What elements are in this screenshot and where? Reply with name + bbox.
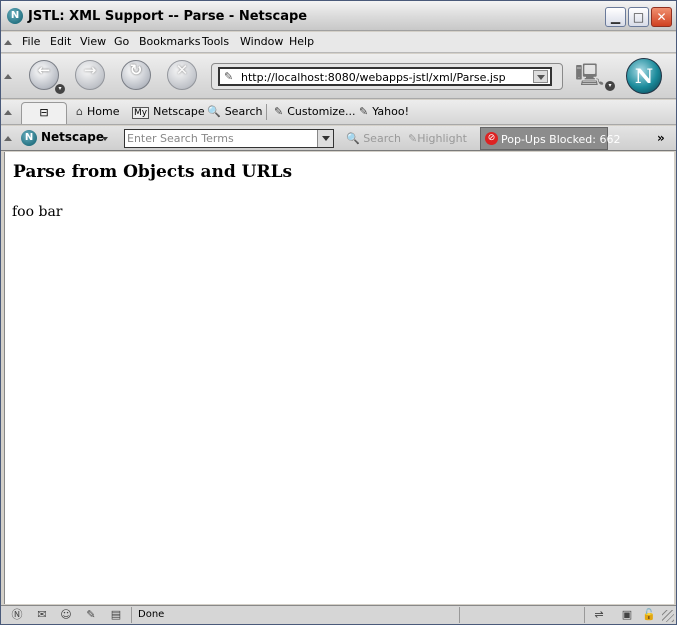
- toolbar-collapse-grip-icon[interactable]: [4, 74, 12, 80]
- toolbar-overflow-chevron-icon[interactable]: »: [657, 131, 665, 145]
- search-button[interactable]: 🔍 Search: [346, 132, 401, 145]
- maximize-button[interactable]: □: [628, 7, 649, 27]
- netscape-search-menu[interactable]: Netscape: [41, 130, 104, 144]
- browser-window: N JSTL: XML Support -- Parse - Netscape …: [0, 0, 677, 625]
- toolbar-collapse-grip-icon[interactable]: [4, 136, 12, 142]
- navigation-toolbar: ← ▾ → ↻ ✕ ✎ http://localhost:8080/webapp…: [1, 54, 676, 99]
- security-lock-icon[interactable]: 🔓: [641, 608, 657, 622]
- close-button[interactable]: ✕: [651, 7, 672, 27]
- bookmark-label: Home: [86, 105, 120, 118]
- search-icon: 🔍: [207, 105, 221, 118]
- netscape-app-icon[interactable]: N: [7, 8, 23, 24]
- search-button-label: Search: [363, 132, 401, 145]
- popup-manager-icon[interactable]: ▣: [619, 608, 635, 622]
- netscape-logo-icon: N: [21, 130, 37, 146]
- resize-grip-icon[interactable]: [662, 610, 674, 622]
- url-text[interactable]: http://localhost:8080/webapps-jstl/xml/P…: [241, 71, 506, 84]
- netscape-status-icon[interactable]: Ⓝ: [9, 608, 25, 622]
- bookmark-my-netscape[interactable]: My Netscape: [132, 105, 205, 119]
- menu-window[interactable]: Window: [240, 35, 283, 48]
- bookmark-yahoo[interactable]: ✎ Yahoo!: [359, 105, 409, 118]
- popups-blocked-text: Pop-Ups Blocked: 662: [501, 133, 621, 146]
- bookmark-icon: ✎: [274, 105, 284, 118]
- online-connection-icon[interactable]: ⇌: [591, 608, 607, 622]
- url-history-dropdown-icon[interactable]: [533, 70, 548, 83]
- status-bar: Ⓝ ✉ ☺ ✎ ▤ Done ⇌ ▣ 🔓: [1, 605, 676, 624]
- bookmark-customize[interactable]: ✎ Customize...: [274, 105, 355, 118]
- minimize-button[interactable]: ▁: [605, 7, 626, 27]
- bookmark-label: Search: [224, 105, 263, 118]
- search-toolbar: N Netscape 🔍 Search ✎Highlight ⊘ Pop-Ups…: [1, 126, 676, 151]
- page-body-text: foo bar: [12, 204, 63, 220]
- chevron-down-icon[interactable]: [102, 137, 108, 141]
- status-separator: [459, 607, 460, 623]
- search-input[interactable]: [127, 131, 315, 146]
- status-separator: [131, 607, 132, 623]
- status-separator: [584, 607, 585, 623]
- search-dropdown-icon[interactable]: [317, 130, 333, 147]
- search-box: [124, 129, 334, 148]
- my-netscape-icon: My: [132, 107, 150, 119]
- sidebar-toggle-button[interactable]: ⊟: [21, 102, 67, 124]
- home-icon: ⌂: [76, 105, 83, 118]
- stop-button[interactable]: ✕: [167, 60, 197, 90]
- menu-go[interactable]: Go: [114, 35, 129, 48]
- highlight-button-label: Highlight: [417, 132, 467, 145]
- toolbar-collapse-grip-icon[interactable]: [4, 110, 12, 116]
- personal-toolbar: ⊟ ⌂ Home My Netscape 🔍 Search ✎ Customize...…: [1, 100, 676, 125]
- netscape-throbber-icon[interactable]: N: [626, 58, 662, 94]
- bookmark-label: Netscape: [153, 105, 205, 118]
- back-button[interactable]: ←: [29, 60, 59, 90]
- address-book-icon[interactable]: ▤: [108, 608, 124, 622]
- mail-envelope-icon[interactable]: ✉: [34, 608, 50, 622]
- menu-view[interactable]: View: [80, 35, 106, 48]
- menu-file[interactable]: File: [22, 35, 40, 48]
- popups-blocked-indicator[interactable]: ⊘ Pop-Ups Blocked: 662: [480, 127, 621, 150]
- url-bar: ✎ http://localhost:8080/webapps-jstl/xml…: [211, 63, 563, 90]
- search-icon: 🔍: [346, 132, 360, 145]
- status-text: Done: [138, 609, 165, 620]
- back-arrow-icon: ←: [37, 61, 51, 79]
- url-field[interactable]: ✎ http://localhost:8080/webapps-jstl/xml…: [218, 67, 552, 86]
- instant-messenger-icon[interactable]: ☺: [58, 608, 74, 622]
- composer-icon[interactable]: ✎: [83, 608, 99, 622]
- bookmark-home[interactable]: ⌂ Home: [76, 105, 119, 118]
- forward-button[interactable]: →: [75, 60, 105, 90]
- page-content: Parse from Objects and URLs foo bar: [4, 152, 674, 604]
- forward-arrow-icon: →: [83, 61, 97, 79]
- mail-dropdown-icon[interactable]: ▾: [605, 81, 615, 91]
- page-proxy-icon[interactable]: ✎: [224, 70, 233, 83]
- popup-blocked-icon: ⊘: [485, 132, 498, 145]
- highlight-button[interactable]: ✎Highlight: [408, 132, 467, 145]
- highlighter-icon: ✎: [408, 132, 418, 145]
- menu-edit[interactable]: Edit: [50, 35, 71, 48]
- page-heading: Parse from Objects and URLs: [13, 162, 293, 182]
- stop-icon: ✕: [175, 61, 189, 79]
- title-bar[interactable]: N JSTL: XML Support -- Parse - Netscape …: [1, 1, 676, 31]
- menu-help[interactable]: Help: [289, 35, 314, 48]
- back-history-dropdown-icon[interactable]: ▾: [55, 84, 65, 94]
- window-title: JSTL: XML Support -- Parse - Netscape: [28, 9, 308, 24]
- bookmark-label: Yahoo!: [372, 105, 410, 118]
- toolbar-collapse-grip-icon[interactable]: [4, 40, 12, 46]
- bookmark-icon: ✎: [359, 105, 369, 118]
- reload-icon: ↻: [129, 61, 143, 79]
- menu-bookmarks[interactable]: Bookmarks: [139, 35, 200, 48]
- menu-bar: File Edit View Go Bookmarks Tools Window…: [1, 32, 676, 53]
- toolbar-separator: [266, 104, 267, 120]
- menu-tools[interactable]: Tools: [202, 35, 229, 48]
- bookmark-label: Customize...: [287, 105, 356, 118]
- bookmark-search[interactable]: 🔍 Search: [207, 105, 263, 118]
- mail-icon[interactable]: 🖳: [575, 58, 605, 88]
- reload-button[interactable]: ↻: [121, 60, 151, 90]
